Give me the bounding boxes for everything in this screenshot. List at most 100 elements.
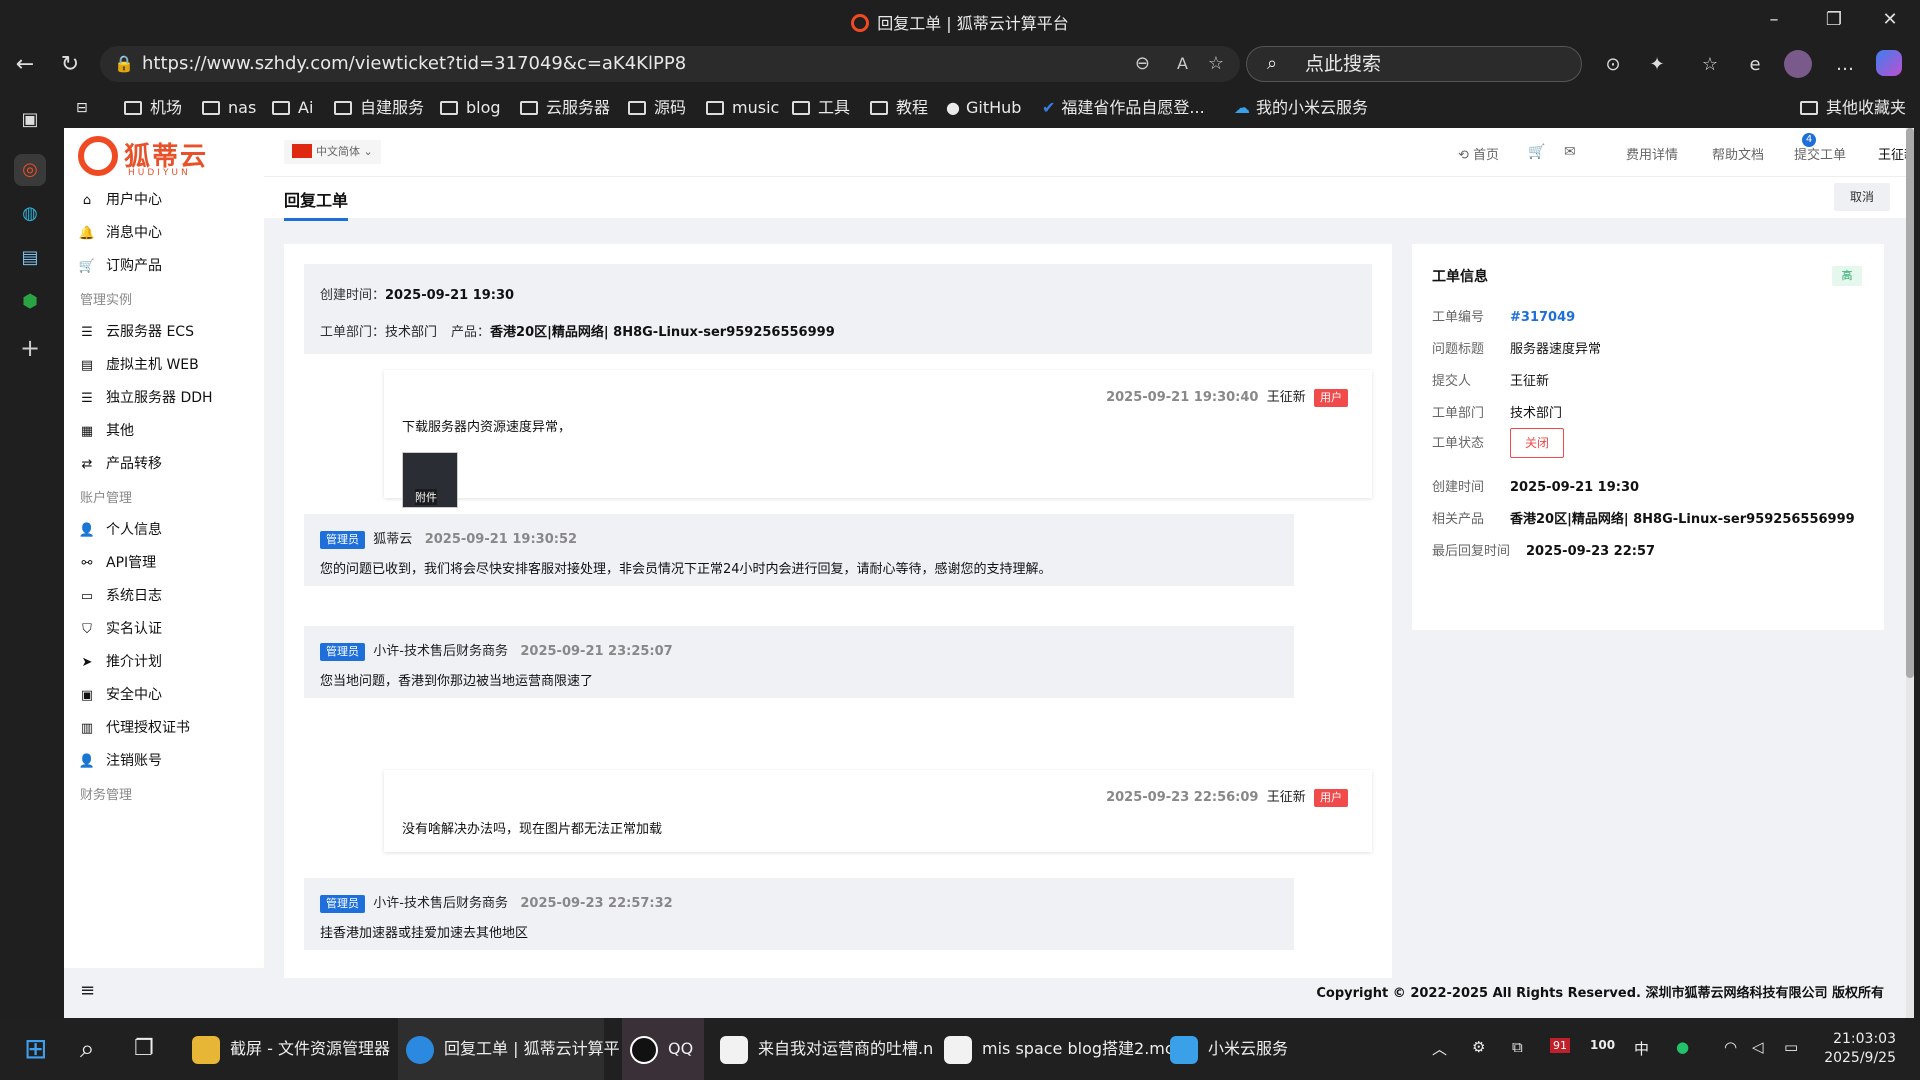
bookmark-site-icon: ✔ — [1042, 98, 1056, 117]
info-row-subject: 问题标题 服务器速度异常 — [1432, 342, 1602, 357]
message-admin: 管理员 小许-技术售后财务商务 2025-09-23 22:57:32 挂香港加… — [304, 878, 1294, 950]
favorite-star-icon[interactable]: ☆ — [1208, 46, 1224, 82]
bookmark-folder[interactable]: 工具 — [792, 97, 850, 119]
sidebar-item[interactable]: ▦ 其他 — [78, 419, 134, 443]
volume-icon[interactable]: ◁ — [1752, 1038, 1764, 1056]
favorites-icon[interactable]: ☆ — [1695, 50, 1725, 80]
taskbar-app[interactable]: 来自我对运营商的吐槽.n — [720, 1018, 933, 1080]
fees-link[interactable]: 费用详情 — [1626, 144, 1678, 163]
bookmark-folder[interactable]: 源码 — [628, 97, 686, 119]
zoom-icon[interactable]: ⊖ — [1135, 46, 1150, 82]
search-input[interactable]: ⌕ 点此搜索 — [1246, 46, 1582, 82]
taskbar-clock[interactable]: 21:03:03 2025/9/25 — [1824, 1030, 1896, 1068]
share-icon: ⚯ — [81, 556, 93, 571]
sidebar-item[interactable]: ➤ 推介计划 — [78, 650, 162, 674]
task-view-icon[interactable]: ❐ — [134, 1018, 154, 1080]
sidebar-collapse-icon[interactable]: ≡ — [64, 968, 264, 1018]
sidebar-item[interactable]: ▥ 代理授权证书 — [78, 716, 190, 740]
cart-icon[interactable]: 🛒 — [1528, 144, 1545, 160]
tray-app-icon[interactable]: ⚙ — [1472, 1038, 1485, 1056]
sidebar-item[interactable]: 🛒 订购产品 — [78, 254, 162, 278]
extension-icon[interactable]: ⊙ — [1598, 50, 1628, 80]
battery-icon[interactable]: ▭ — [1784, 1038, 1798, 1056]
tray-app-icon[interactable]: ⧉ — [1512, 1038, 1523, 1056]
bookmark-folder[interactable]: 自建服务 — [334, 97, 424, 119]
site-favicon-icon — [851, 14, 870, 32]
page-scrollbar[interactable] — [1906, 128, 1914, 1018]
sidebar-item-label: 代理授权证书 — [106, 720, 190, 736]
bookmark-folder[interactable]: 机场 — [124, 97, 182, 119]
send-icon: ➤ — [81, 655, 93, 670]
profile-avatar[interactable] — [1784, 50, 1812, 78]
home-link[interactable]: ⟲ 首页 — [1458, 144, 1499, 163]
ticket-dept: 技术部门 — [385, 325, 438, 340]
sidebar-item[interactable]: ⌂ 用户中心 — [78, 188, 162, 212]
bookmark-folder[interactable]: nas — [202, 97, 256, 119]
sidebar-item[interactable]: ⚯ API管理 — [78, 551, 157, 575]
more-icon[interactable]: … — [1830, 50, 1860, 80]
bookmark-link[interactable]: ✔ 福建省作品自愿登... — [1042, 97, 1205, 119]
read-aloud-icon[interactable]: A — [1177, 46, 1188, 82]
submit-ticket-link[interactable]: 提交工单 — [1794, 144, 1846, 163]
ticket-product: 香港20区|精品网络| 8H8G-Linux-ser959256556999 — [490, 325, 835, 340]
bookmark-folder[interactable]: blog — [440, 97, 501, 119]
taskbar-app[interactable]: 小米云服务 — [1170, 1018, 1288, 1080]
wifi-icon[interactable]: ◠ — [1724, 1038, 1737, 1056]
sidebar-item[interactable]: ☰ 云服务器 ECS — [78, 320, 194, 344]
taskbar-app[interactable]: QQ — [622, 1018, 704, 1080]
taskbar-app[interactable]: mis space blog搭建2.mc — [944, 1018, 1174, 1080]
docs-link[interactable]: 帮助文档 — [1712, 144, 1764, 163]
tab-shield-icon[interactable]: ⬢ — [14, 286, 46, 318]
bookmark-folder[interactable]: 云服务器 — [520, 97, 610, 119]
tab-globe-icon[interactable]: ◍ — [14, 198, 46, 230]
sidebar-item[interactable]: 👤 注销账号 — [78, 749, 162, 773]
maximize-button[interactable]: ❐ — [1814, 6, 1854, 34]
scrollbar-thumb[interactable] — [1906, 128, 1914, 678]
close-window-button[interactable]: ✕ — [1870, 6, 1910, 34]
search-icon[interactable]: ⌕ — [80, 1018, 95, 1080]
tray-overflow-icon[interactable]: ︿ — [1432, 1038, 1447, 1059]
sidebar-item[interactable]: ▤ 虚拟主机 WEB — [78, 353, 199, 377]
sidebar-item-label: 系统日志 — [106, 588, 162, 604]
start-button[interactable]: ⊞ — [24, 1018, 47, 1080]
user-icon: 👤 — [78, 754, 96, 769]
copilot-icon[interactable] — [1876, 50, 1902, 76]
puzzle-icon[interactable]: ✦ — [1642, 50, 1672, 80]
tray-badge[interactable]: 91 — [1550, 1038, 1570, 1053]
address-bar[interactable]: 🔒 https://www.szhdy.com/viewticket?tid=3… — [100, 46, 1240, 82]
attachment-thumbnail[interactable]: 附件 — [402, 452, 458, 508]
bookmark-folder[interactable]: 教程 — [870, 97, 928, 119]
minimize-button[interactable]: – — [1754, 6, 1794, 34]
sidebar-item[interactable]: 🔔 消息中心 — [78, 221, 162, 245]
mail-icon[interactable]: ✉ — [1564, 144, 1576, 160]
edge-icon[interactable]: e — [1740, 50, 1770, 80]
refresh-icon[interactable]: ↻ — [55, 50, 85, 80]
bookmark-folder-other[interactable]: 其他收藏夹 — [1800, 97, 1906, 119]
language-select[interactable]: 中文简体 ⌄ — [284, 140, 381, 164]
bookmark-github[interactable]: ● GitHub — [946, 97, 1021, 119]
bookmark-link[interactable]: ☁ 我的小米云服务 — [1234, 97, 1368, 119]
reading-list-icon[interactable]: ⊟ — [76, 97, 88, 119]
tab-app-icon[interactable]: ▤ — [14, 242, 46, 274]
site-header: 中文简体 ⌄ ⟲ 首页 🛒 ✉ 4 费用详情 帮助文档 提交工单 王征新 — [264, 128, 1914, 176]
new-tab-plus-icon[interactable]: + — [14, 332, 46, 364]
sidebar-item[interactable]: ▭ 系统日志 — [78, 584, 162, 608]
taskbar-app[interactable]: 截屏 - 文件资源管理器 — [192, 1018, 390, 1080]
sidebar-item[interactable]: ⛉ 实名认证 — [78, 617, 162, 641]
ime-indicator[interactable]: 中 — [1634, 1038, 1649, 1059]
tab-actions-icon[interactable]: ▣ — [14, 104, 46, 136]
bookmark-folder[interactable]: Ai — [272, 97, 313, 119]
sidebar-item[interactable]: ⇄ 产品转移 — [78, 452, 162, 476]
back-icon[interactable]: ← — [10, 50, 40, 80]
active-tab-favicon-icon[interactable]: ◎ — [14, 154, 46, 186]
tray-app-icon[interactable]: ● — [1676, 1038, 1689, 1056]
id-card-icon: ▣ — [80, 688, 94, 703]
bookmark-folder[interactable]: music — [706, 97, 779, 119]
sidebar-item[interactable]: ▣ 安全中心 — [78, 683, 162, 707]
cancel-button[interactable]: 取消 — [1834, 183, 1890, 211]
folder-icon — [1800, 101, 1818, 115]
taskbar-app-active[interactable]: 回复工单 | 狐蒂云计算平 — [398, 1018, 620, 1080]
site-logo[interactable]: 狐蒂云 HUDIYUN — [78, 136, 228, 180]
sidebar-item[interactable]: ☰ 独立服务器 DDH — [78, 386, 212, 410]
sidebar-item[interactable]: 👤 个人信息 — [78, 518, 162, 542]
